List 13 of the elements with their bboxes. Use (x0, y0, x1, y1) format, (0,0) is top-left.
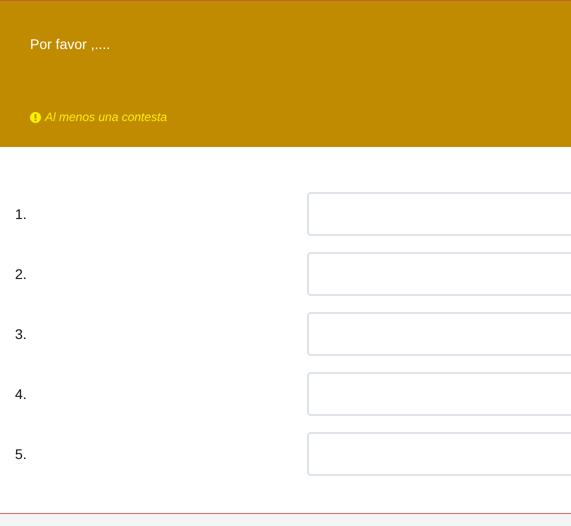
answer-number: 1. (14, 206, 27, 222)
answer-field[interactable] (307, 252, 571, 296)
answer-field[interactable] (307, 432, 571, 476)
answer-field[interactable] (307, 312, 571, 356)
answer-number: 5. (14, 446, 27, 462)
answer-number: 2. (14, 266, 27, 282)
warning-icon (30, 112, 41, 122)
answer-number: 3. (14, 326, 27, 342)
validation-message: Al menos una contesta (45, 110, 168, 124)
answer-field[interactable] (307, 192, 571, 236)
form-title: Por favor ,.... (30, 35, 110, 53)
answer-number: 4. (14, 386, 27, 402)
answer-field[interactable] (307, 372, 571, 416)
